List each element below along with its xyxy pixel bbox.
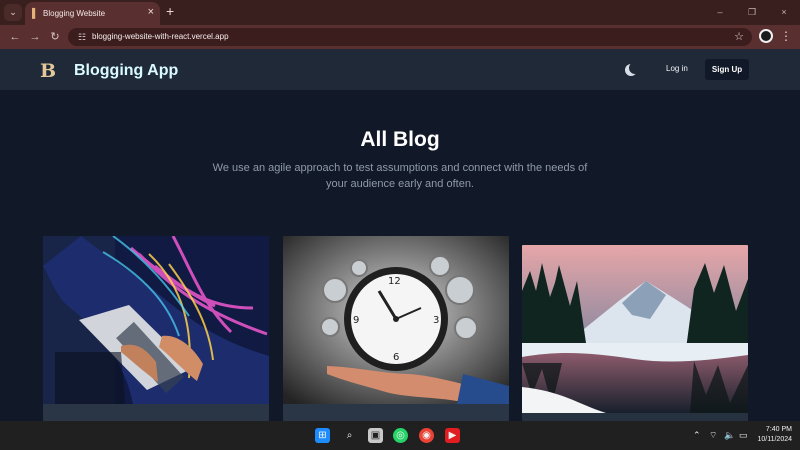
brand-title[interactable]: Blogging App <box>74 61 178 81</box>
active-browser-tab[interactable]: ▌ Blogging Website × <box>25 2 160 25</box>
menu-icon[interactable]: ⋮ <box>780 28 792 44</box>
site-info-icon[interactable]: ☷ <box>75 30 89 44</box>
svg-text:3: 3 <box>433 315 439 326</box>
laptop-hands-image[interactable] <box>43 236 269 404</box>
blog-card-caption <box>43 404 269 421</box>
bookmark-icon[interactable]: ☆ <box>734 29 744 45</box>
blog-card-laptop[interactable] <box>43 236 269 421</box>
forward-icon[interactable]: → <box>27 29 43 45</box>
chrome-icon[interactable]: ◉ <box>419 428 434 443</box>
close-tab-icon[interactable]: × <box>148 6 154 19</box>
profile-icon[interactable] <box>759 29 773 43</box>
theme-toggle-icon[interactable] <box>625 62 641 76</box>
page-intro: We use an agile approach to test assumpt… <box>212 162 588 190</box>
restore-button[interactable]: ❐ <box>736 0 768 25</box>
taskbar-time: 7:40 PM <box>765 426 792 433</box>
taskbar-date: 10/11/2024 <box>757 436 792 443</box>
wifi-icon[interactable]: ⌔ <box>709 430 717 441</box>
windows-taskbar: ⊞ ⌕ ▣ ◎ ◉ ▶ ⌃ ⌔ 🔈 ▭ 7:40 PM 10/11/2024 <box>0 421 800 450</box>
close-window-button[interactable]: × <box>768 0 800 25</box>
svg-text:6: 6 <box>393 352 399 363</box>
search-icon[interactable]: ⌕ <box>342 428 357 443</box>
signup-button[interactable]: Sign Up <box>705 59 749 80</box>
tab-title: Blogging Website <box>43 9 106 18</box>
laptop-hands-illustration <box>43 236 269 404</box>
whatsapp-icon[interactable]: ◎ <box>393 428 408 443</box>
clock-gears-hand-illustration: 12 3 6 9 <box>283 236 509 404</box>
browser-toolbar: ← → ↻ ☷ blogging-website-with-react.verc… <box>0 25 800 49</box>
reload-icon[interactable]: ↻ <box>47 29 63 45</box>
windows-start-icon[interactable]: ⊞ <box>315 428 330 443</box>
tab-list-icon[interactable]: ⌄ <box>4 4 22 21</box>
url-text: blogging-website-with-react.vercel.app <box>92 32 229 41</box>
show-hidden-icons-icon[interactable]: ⌃ <box>693 430 701 441</box>
blog-card-clock[interactable]: 12 3 6 9 <box>283 236 509 421</box>
minimize-button[interactable]: – <box>704 0 736 25</box>
snow-mountain-lake-illustration <box>522 245 748 413</box>
youtube-icon[interactable]: ▶ <box>445 428 460 443</box>
svg-text:9: 9 <box>353 315 359 326</box>
blog-card-mountain[interactable] <box>522 245 748 421</box>
window-controls: – ❐ × <box>704 0 800 25</box>
logo-mark[interactable]: B <box>40 60 60 82</box>
site-header: B Blogging App Log in Sign Up <box>0 49 800 90</box>
address-bar[interactable]: ☷ blogging-website-with-react.vercel.app… <box>68 28 752 46</box>
task-view-icon[interactable]: ▣ <box>368 428 383 443</box>
back-icon[interactable]: ← <box>7 29 23 45</box>
site-favicon: ▌ <box>32 8 39 18</box>
battery-icon[interactable]: ▭ <box>739 430 748 441</box>
login-link[interactable]: Log in <box>666 63 688 75</box>
svg-text:12: 12 <box>388 276 401 287</box>
snow-mountain-lake-image[interactable] <box>522 245 748 413</box>
clock-gears-hand-image[interactable]: 12 3 6 9 <box>283 236 509 404</box>
new-tab-icon[interactable]: + <box>166 4 174 18</box>
blog-card-caption <box>283 404 509 421</box>
volume-icon[interactable]: 🔈 <box>724 430 735 441</box>
page-title: All Blog <box>360 128 440 151</box>
taskbar-clock[interactable]: 7:40 PM 10/11/2024 <box>752 425 792 445</box>
browser-tab-strip: ⌄ ▌ Blogging Website × + – ❐ × <box>0 0 800 25</box>
